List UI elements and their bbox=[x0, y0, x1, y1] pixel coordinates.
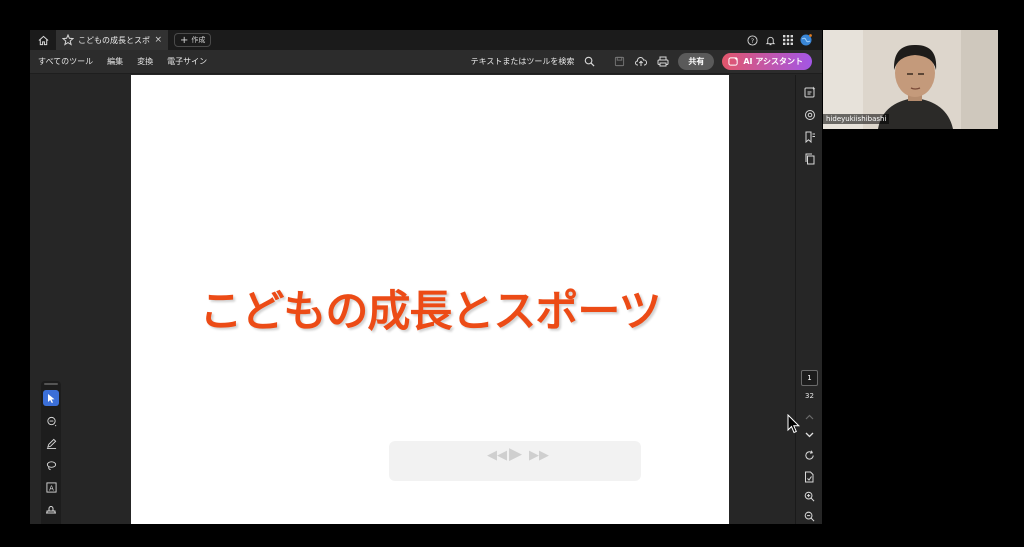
upload-button[interactable] bbox=[634, 55, 648, 69]
svg-text:?: ? bbox=[750, 36, 753, 44]
menu-all-tools[interactable]: すべてのツール bbox=[38, 56, 93, 67]
rewind-icon: ◀◀ bbox=[487, 448, 507, 463]
more-tools-button[interactable] bbox=[43, 522, 59, 524]
previous-page-button[interactable] bbox=[803, 410, 816, 423]
draw-tool-button[interactable] bbox=[43, 435, 59, 451]
help-icon: ? bbox=[746, 34, 758, 46]
pen-icon bbox=[46, 438, 56, 449]
search-icon bbox=[584, 56, 595, 67]
fast-forward-icon: ▶▶ bbox=[529, 448, 549, 463]
account-avatar[interactable] bbox=[800, 34, 812, 46]
notifications-button[interactable] bbox=[764, 34, 776, 46]
menu-edit[interactable]: 編集 bbox=[107, 56, 123, 67]
zoom-in-button[interactable] bbox=[803, 490, 816, 503]
search-tools-label[interactable]: テキストまたはツールを検索 bbox=[471, 56, 575, 67]
page-tools-button[interactable] bbox=[803, 470, 816, 483]
next-page-button[interactable] bbox=[803, 428, 816, 441]
bookmarks-panel-button[interactable] bbox=[803, 130, 816, 143]
tabbar-actions: ? bbox=[746, 34, 822, 46]
palette-grip-handle[interactable] bbox=[44, 383, 58, 385]
menu-convert[interactable]: 変換 bbox=[137, 56, 153, 67]
share-button[interactable]: 共有 bbox=[678, 53, 715, 70]
upload-cloud-icon bbox=[635, 56, 648, 66]
print-icon bbox=[657, 56, 669, 67]
screen: こどもの成長とスポ… × + 作成 ? すべてのツール 編集 変換 電子サイン … bbox=[0, 0, 1024, 547]
slide-title: こどもの成長とスポーツ bbox=[199, 287, 661, 337]
document-tab[interactable]: こどもの成長とスポ… × bbox=[56, 30, 168, 50]
tab-title: こどもの成長とスポ… bbox=[78, 35, 151, 45]
mouse-cursor-icon bbox=[787, 414, 801, 434]
participant-name-label: hideyukiishibashi bbox=[823, 114, 890, 124]
stamp-tool-button[interactable] bbox=[43, 501, 59, 517]
search-button[interactable] bbox=[582, 55, 596, 69]
pdf-page[interactable]: こどもの成長とスポーツ ◀◀ ▶ ▶▶ bbox=[131, 75, 729, 524]
rotate-button[interactable] bbox=[803, 449, 816, 462]
chevron-down-icon bbox=[805, 432, 814, 437]
comments-panel-button[interactable] bbox=[803, 108, 816, 121]
apps-grid-icon bbox=[783, 35, 793, 45]
help-button[interactable]: ? bbox=[746, 34, 758, 46]
webcam-video-tile[interactable]: hideyukiishibashi bbox=[823, 30, 998, 129]
acrobat-window: こどもの成長とスポ… × + 作成 ? すべてのツール 編集 変換 電子サイン … bbox=[30, 30, 822, 524]
home-icon bbox=[38, 35, 48, 45]
home-button[interactable] bbox=[30, 30, 56, 50]
pages-panel-button[interactable] bbox=[803, 152, 816, 165]
total-pages-label: 32 bbox=[805, 392, 814, 400]
save-icon bbox=[614, 56, 624, 67]
tab-bar: こどもの成長とスポ… × + 作成 ? bbox=[30, 30, 822, 50]
chevron-up-icon bbox=[805, 414, 814, 419]
text-box-tool-button[interactable]: A bbox=[43, 479, 59, 495]
document-viewport[interactable]: こどもの成長とスポーツ ◀◀ ▶ ▶▶ A bbox=[30, 75, 795, 524]
comment-icon bbox=[46, 416, 56, 426]
print-button[interactable] bbox=[656, 55, 670, 69]
bell-icon bbox=[765, 36, 775, 45]
lasso-icon bbox=[46, 460, 56, 470]
play-icon: ▶ bbox=[509, 444, 523, 464]
ai-assistant-icon bbox=[728, 56, 739, 66]
stamp-icon bbox=[46, 505, 56, 513]
edit-panel-icon bbox=[804, 86, 815, 97]
current-page-input[interactable]: 1 bbox=[801, 370, 818, 386]
avatar-globe-icon bbox=[800, 34, 812, 46]
apps-button[interactable] bbox=[782, 34, 794, 46]
menu-bar: すべてのツール 編集 変換 電子サイン bbox=[30, 56, 207, 67]
rotate-icon bbox=[805, 450, 814, 460]
quick-tools-palette: A bbox=[41, 381, 61, 524]
menu-e-sign[interactable]: 電子サイン bbox=[167, 56, 207, 67]
zoom-in-icon bbox=[804, 491, 815, 502]
plus-icon: + bbox=[180, 34, 189, 46]
zoom-out-button[interactable] bbox=[803, 510, 816, 523]
zoom-out-icon bbox=[804, 511, 815, 522]
comment-bubble-icon bbox=[804, 109, 815, 120]
edit-panel-button[interactable] bbox=[803, 85, 816, 98]
right-panel-rail: 1 32 bbox=[795, 75, 822, 524]
bookmark-icon bbox=[805, 131, 815, 143]
faded-media-controls: ◀◀ ▶ ▶▶ bbox=[389, 441, 641, 481]
svg-text:A: A bbox=[49, 484, 54, 492]
select-tool-button[interactable] bbox=[43, 390, 59, 406]
toolbar-actions: テキストまたはツールを検索 共有 AI アシスタント bbox=[471, 53, 822, 70]
comment-tool-button[interactable] bbox=[43, 413, 59, 429]
ai-assistant-button[interactable]: AI アシスタント bbox=[722, 53, 812, 70]
tab-close-button[interactable]: × bbox=[154, 35, 162, 45]
lasso-tool-button[interactable] bbox=[43, 457, 59, 473]
select-arrow-icon bbox=[48, 393, 55, 403]
star-icon[interactable] bbox=[62, 34, 74, 46]
new-tab-button[interactable]: + 作成 bbox=[174, 33, 212, 47]
main-toolbar: すべてのツール 編集 変換 電子サイン テキストまたはツールを検索 共有 AI … bbox=[30, 50, 822, 74]
ai-assistant-label: AI アシスタント bbox=[743, 57, 803, 66]
page-add-icon bbox=[805, 471, 814, 482]
save-button[interactable] bbox=[612, 55, 626, 69]
copy-pages-icon bbox=[805, 153, 814, 164]
new-tab-label: 作成 bbox=[191, 36, 206, 44]
text-box-icon: A bbox=[45, 481, 57, 493]
